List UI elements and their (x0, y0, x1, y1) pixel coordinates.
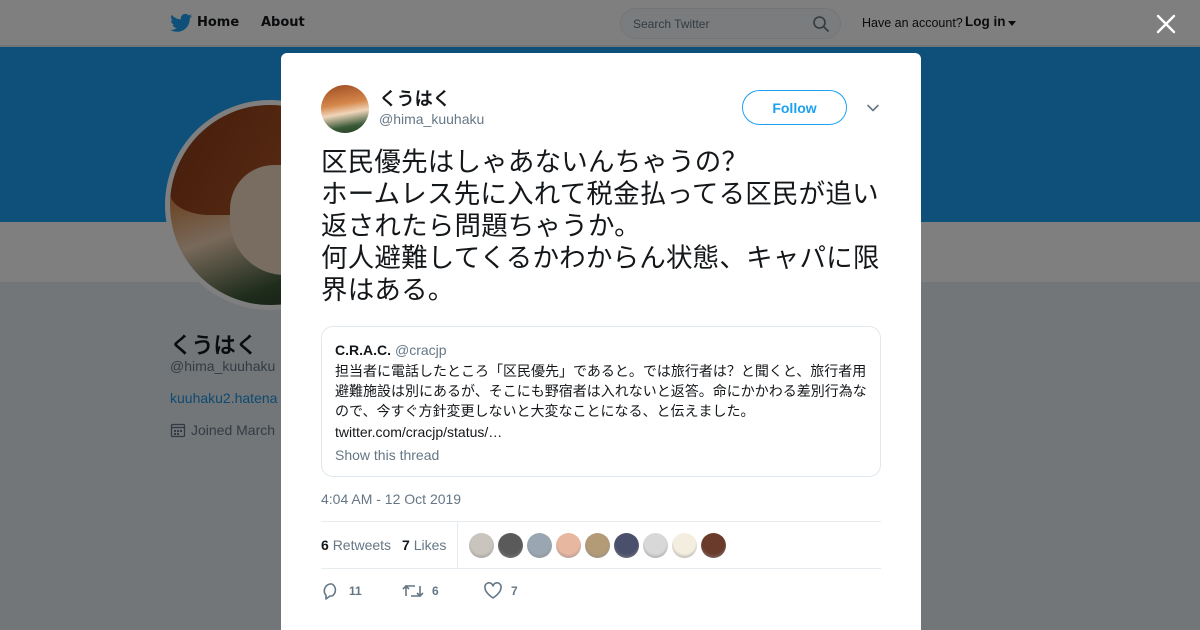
retweets-label: Retweets (332, 537, 392, 553)
author-name[interactable]: くうはく (379, 85, 451, 111)
author-handle[interactable]: @hima_kuuhaku (379, 111, 484, 127)
tweet-timestamp[interactable]: 4:04 AM - 12 Oct 2019 (321, 491, 461, 507)
liker-avatar-7[interactable] (643, 533, 668, 558)
likes-label: Likes (413, 537, 447, 553)
retweet-count: 6 (432, 584, 439, 598)
quote-link[interactable]: twitter.com/cracjp/status/… (335, 424, 502, 440)
liker-avatar-8[interactable] (672, 533, 697, 558)
tweet-modal: くうはく @hima_kuuhaku Follow 区民優先はしゃあないんちゃう… (281, 53, 921, 630)
retweets-stat[interactable]: 6 Retweets (321, 537, 391, 553)
liker-avatar-4[interactable] (556, 533, 581, 558)
like-button[interactable]: 7 (483, 580, 518, 602)
tweet-stats: 6 Retweets 7 Likes (321, 521, 881, 569)
quote-body: 担当者に電話したところ「区民優先」であると。では旅行者は？と聞くと、旅行者用避難… (335, 364, 867, 420)
reply-icon (323, 583, 337, 600)
reply-count: 11 (349, 584, 362, 598)
like-count: 7 (511, 584, 518, 598)
liker-avatar-9[interactable] (701, 533, 726, 558)
quote-author-handle: @cracjp (395, 342, 447, 358)
reply-button[interactable]: 11 (321, 580, 362, 602)
quote-text: 担当者に電話したところ「区民優先」であると。では旅行者は？と聞くと、旅行者用避難… (335, 362, 871, 443)
liker-avatar-6[interactable] (614, 533, 639, 558)
liker-avatar-2[interactable] (498, 533, 523, 558)
tweet-actions: 11 6 7 (321, 580, 881, 602)
chevron-down-icon[interactable] (866, 101, 880, 115)
follow-button[interactable]: Follow (742, 90, 847, 125)
stats-divider (457, 522, 458, 569)
show-thread-link[interactable]: Show this thread (335, 447, 439, 463)
quote-author-name: C.R.A.C. (335, 342, 391, 358)
close-icon[interactable] (1154, 12, 1178, 36)
liker-avatar-5[interactable] (585, 533, 610, 558)
tweet-text: 区民優先はしゃあないんちゃうの？ ホームレス先に入れて税金払ってる区民が追い返さ… (321, 147, 880, 306)
author-avatar[interactable] (321, 85, 369, 133)
retweets-count: 6 (321, 537, 329, 553)
retweet-button[interactable]: 6 (402, 580, 439, 602)
retweet-icon (402, 584, 424, 598)
liker-avatar-1[interactable] (469, 533, 494, 558)
likes-stat[interactable]: 7 Likes (402, 537, 446, 553)
heart-icon (484, 582, 502, 599)
quoted-tweet[interactable]: C.R.A.C. @cracjp 担当者に電話したところ「区民優先」であると。で… (321, 326, 881, 477)
likes-count: 7 (402, 537, 410, 553)
liker-avatar-3[interactable] (527, 533, 552, 558)
